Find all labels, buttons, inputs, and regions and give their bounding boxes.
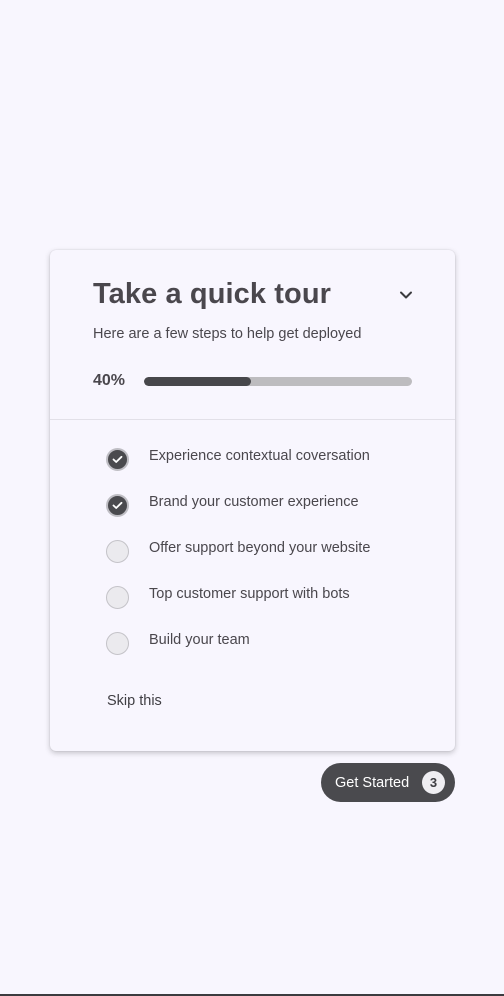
tour-header: Take a quick tour Here are a few steps t… [50, 250, 455, 420]
tour-step[interactable]: Experience contextual coversation [106, 447, 370, 493]
step-label: Offer support beyond your website [149, 540, 371, 556]
progress-bar-fill [144, 377, 252, 386]
tour-subtitle: Here are a few steps to help get deploye… [93, 326, 362, 342]
tour-title: Take a quick tour [93, 278, 332, 310]
tour-step[interactable]: Brand your customer experience [106, 493, 370, 539]
step-completed-icon [106, 448, 129, 471]
skip-tour-link[interactable]: Skip this [107, 693, 162, 709]
chevron-down-icon [400, 291, 412, 299]
page: Take a quick tour Here are a few steps t… [0, 0, 504, 996]
step-completed-icon [106, 494, 129, 517]
get-started-label: Get Started [335, 774, 410, 791]
tour-step[interactable]: Build your team [106, 631, 370, 677]
step-pending-icon [106, 586, 129, 609]
progress-bar [144, 377, 412, 386]
progress-percent: 40% [93, 372, 126, 389]
step-label: Top customer support with bots [149, 586, 350, 602]
get-started-button[interactable]: Get Started 3 [321, 763, 455, 802]
tour-step[interactable]: Offer support beyond your website [106, 539, 370, 585]
step-pending-icon [106, 540, 129, 563]
step-label: Brand your customer experience [149, 494, 359, 510]
tour-step[interactable]: Top customer support with bots [106, 585, 370, 631]
collapse-button[interactable] [396, 285, 416, 305]
step-label: Build your team [149, 632, 250, 648]
step-pending-icon [106, 632, 129, 655]
checkmark-icon [112, 501, 123, 509]
remaining-steps-badge: 3 [422, 771, 445, 794]
quick-tour-card: Take a quick tour Here are a few steps t… [50, 250, 455, 751]
checkmark-icon [112, 455, 123, 463]
tour-step-list: Experience contextual coversation Brand … [106, 447, 370, 677]
step-label: Experience contextual coversation [149, 448, 370, 464]
